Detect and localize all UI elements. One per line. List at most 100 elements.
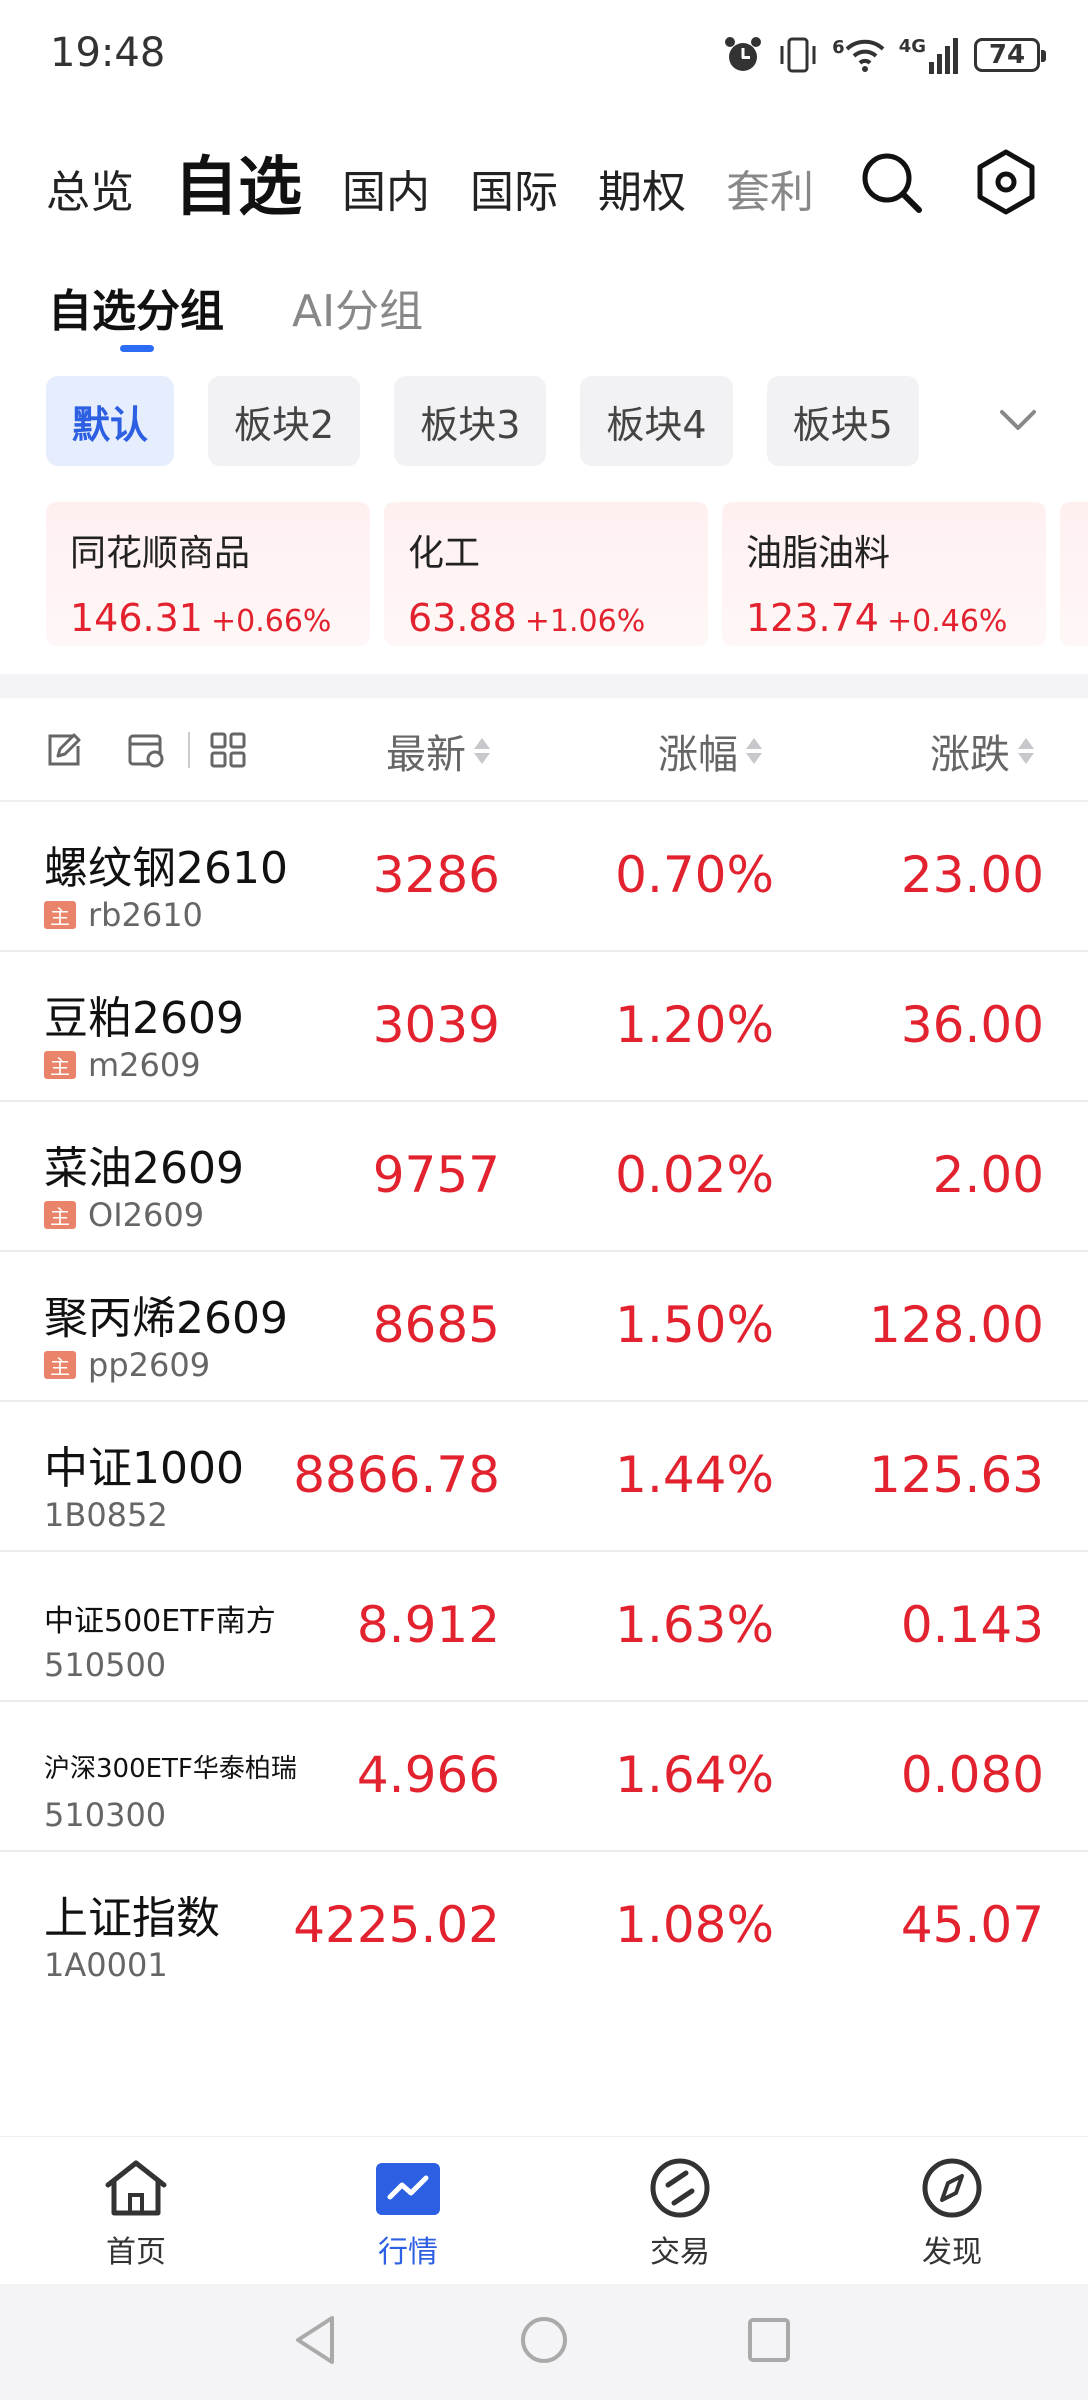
instrument-name: 豆粕2609 (44, 993, 244, 1044)
nav-market[interactable]: 行情 (272, 2137, 544, 2285)
nav-trade[interactable]: 交易 (544, 2137, 816, 2285)
settings-hexagon-icon[interactable] (970, 146, 1042, 218)
chip-board-2[interactable]: 板块2 (208, 376, 361, 466)
table-row[interactable]: 菜油2609 主 OI2609 9757 0.02% 2.00 (0, 1102, 1088, 1252)
header-latest: 最新 (386, 732, 466, 778)
back-icon[interactable] (290, 2312, 340, 2368)
sector-card[interactable]: 同花顺商品 146.31 +0.66% (46, 502, 370, 646)
main-contract-badge: 主 (44, 901, 76, 929)
change-amount: 0.143 (900, 1596, 1044, 1654)
sort-chg[interactable]: 涨跌 (930, 722, 1034, 780)
top-nav: 总览 自选 国内 国际 期权 套利 (46, 140, 826, 230)
home-circle-icon[interactable] (518, 2312, 570, 2368)
sort-latest[interactable]: 最新 (386, 722, 490, 780)
instrument-name: 上证指数 (44, 1893, 220, 1944)
wifi-indicator: 6 (832, 37, 885, 73)
tab-ai-groups[interactable]: AI分组 (292, 275, 423, 339)
compass-icon (922, 2158, 982, 2218)
instrument-name: 菜油2609 (44, 1143, 244, 1194)
chevron-down-icon[interactable] (996, 400, 1040, 440)
latest-price: 8866.78 (293, 1446, 500, 1504)
market-chart-icon (376, 2163, 440, 2215)
sector-value: 146.31 (70, 596, 203, 640)
sector-value: 123.74 (746, 596, 879, 640)
table-row[interactable]: 中证1000 1B0852 8866.78 1.44% 125.63 (0, 1402, 1088, 1552)
sector-cards: 同花顺商品 146.31 +0.66% 化工 63.88 +1.06% 油脂油料 1… (46, 502, 1088, 646)
table-row[interactable]: 螺纹钢2610 主 rb2610 3286 0.70% 23.00 (0, 802, 1088, 952)
table-row[interactable]: 聚丙烯2609 主 pp2609 8685 1.50% 128.00 (0, 1252, 1088, 1402)
change-amount: 125.63 (869, 1446, 1044, 1504)
sort-arrows-icon (1018, 738, 1034, 764)
battery-icon: 74 (974, 38, 1046, 72)
chip-board-4[interactable]: 板块4 (580, 376, 733, 466)
board-chips: 默认 板块2 板块3 板块4 板块5 (46, 376, 926, 466)
group-tabs: 自选分组 AI分组 (48, 275, 423, 352)
nav-discover[interactable]: 发现 (816, 2137, 1088, 2285)
search-icon[interactable] (855, 146, 927, 218)
wifi-label: 6 (832, 37, 845, 58)
sector-name: 化工 (408, 533, 481, 574)
cellular-indicator: 4G (899, 36, 960, 74)
change-amount: 128.00 (869, 1296, 1044, 1354)
sector-card[interactable]: 化工 63.88 +1.06% (384, 502, 708, 646)
table-header: 最新 涨幅 涨跌 (0, 700, 1088, 802)
latest-price: 8685 (372, 1296, 500, 1354)
chip-default[interactable]: 默认 (46, 376, 175, 466)
trade-icon (650, 2158, 710, 2218)
change-amount: 2.00 (932, 1146, 1044, 1204)
tab-domestic[interactable]: 国内 (342, 156, 430, 230)
instrument-code: 510300 (44, 1796, 167, 1834)
instrument-code: 510500 (44, 1646, 167, 1684)
instrument-code: pp2609 (88, 1346, 211, 1384)
table-row[interactable]: 沪深300ETF华泰柏瑞 510300 4.966 1.64% 0.080 (0, 1702, 1088, 1852)
table-row[interactable]: 豆粕2609 主 m2609 3039 1.20% 36.00 (0, 952, 1088, 1102)
latest-price: 4225.02 (293, 1896, 500, 1954)
main-contract-badge: 主 (44, 1051, 76, 1079)
latest-price: 8.912 (356, 1596, 500, 1654)
battery-level: 74 (988, 40, 1026, 70)
change-percent: 1.44% (615, 1446, 774, 1504)
tab-options[interactable]: 期权 (598, 156, 686, 230)
chip-board-5[interactable]: 板块5 (766, 376, 919, 466)
sort-arrows-icon (746, 738, 762, 764)
edit-icon[interactable] (44, 730, 84, 770)
sort-pct[interactable]: 涨幅 (658, 722, 762, 780)
change-amount: 23.00 (900, 846, 1044, 904)
table-row[interactable]: 中证500ETF南方 510500 8.912 1.63% 0.143 (0, 1552, 1088, 1702)
sort-arrows-icon (474, 738, 490, 764)
latest-price: 4.966 (356, 1746, 500, 1804)
chip-board-3[interactable]: 板块3 (394, 376, 547, 466)
sector-name: 油脂油料 (746, 533, 891, 574)
sector-card-partial[interactable] (1060, 502, 1088, 646)
main-contract-badge: 主 (44, 1201, 76, 1229)
tab-watchlist[interactable]: 自选 (174, 140, 302, 230)
instrument-code: rb2610 (88, 896, 203, 934)
sector-change: +0.46% (886, 604, 1008, 639)
change-percent: 0.70% (615, 846, 774, 904)
change-percent: 1.08% (615, 1896, 774, 1954)
calendar-settings-icon[interactable] (126, 730, 166, 770)
sector-card[interactable]: 油脂油料 123.74 +0.46% (722, 502, 1046, 646)
nav-home-label: 首页 (106, 2235, 166, 2270)
change-amount: 36.00 (900, 996, 1044, 1054)
instrument-code: m2609 (88, 1046, 201, 1084)
section-divider (0, 674, 1088, 698)
tab-custom-groups[interactable]: 自选分组 (48, 275, 224, 352)
icon-separator (188, 732, 190, 768)
home-icon (105, 2160, 167, 2216)
wifi-icon (845, 39, 885, 72)
nav-market-label: 行情 (378, 2235, 438, 2270)
instrument-name: 中证500ETF南方 (44, 1604, 276, 1639)
change-percent: 1.50% (615, 1296, 774, 1354)
recents-icon[interactable] (744, 2314, 794, 2366)
tab-international[interactable]: 国际 (470, 156, 558, 230)
instrument-name: 沪深300ETF华泰柏瑞 (44, 1754, 297, 1784)
watchlist-table: 螺纹钢2610 主 rb2610 3286 0.70% 23.00 豆粕2609 … (0, 802, 1088, 2000)
nav-home[interactable]: 首页 (0, 2137, 272, 2285)
table-row[interactable]: 上证指数 1A0001 4225.02 1.08% 45.07 (0, 1852, 1088, 2000)
sector-change: +1.06% (524, 604, 646, 639)
tab-overview[interactable]: 总览 (46, 156, 134, 230)
grid-view-icon[interactable] (208, 730, 248, 770)
tab-arbitrage[interactable]: 套利 (726, 156, 814, 230)
alarm-icon (725, 37, 762, 71)
